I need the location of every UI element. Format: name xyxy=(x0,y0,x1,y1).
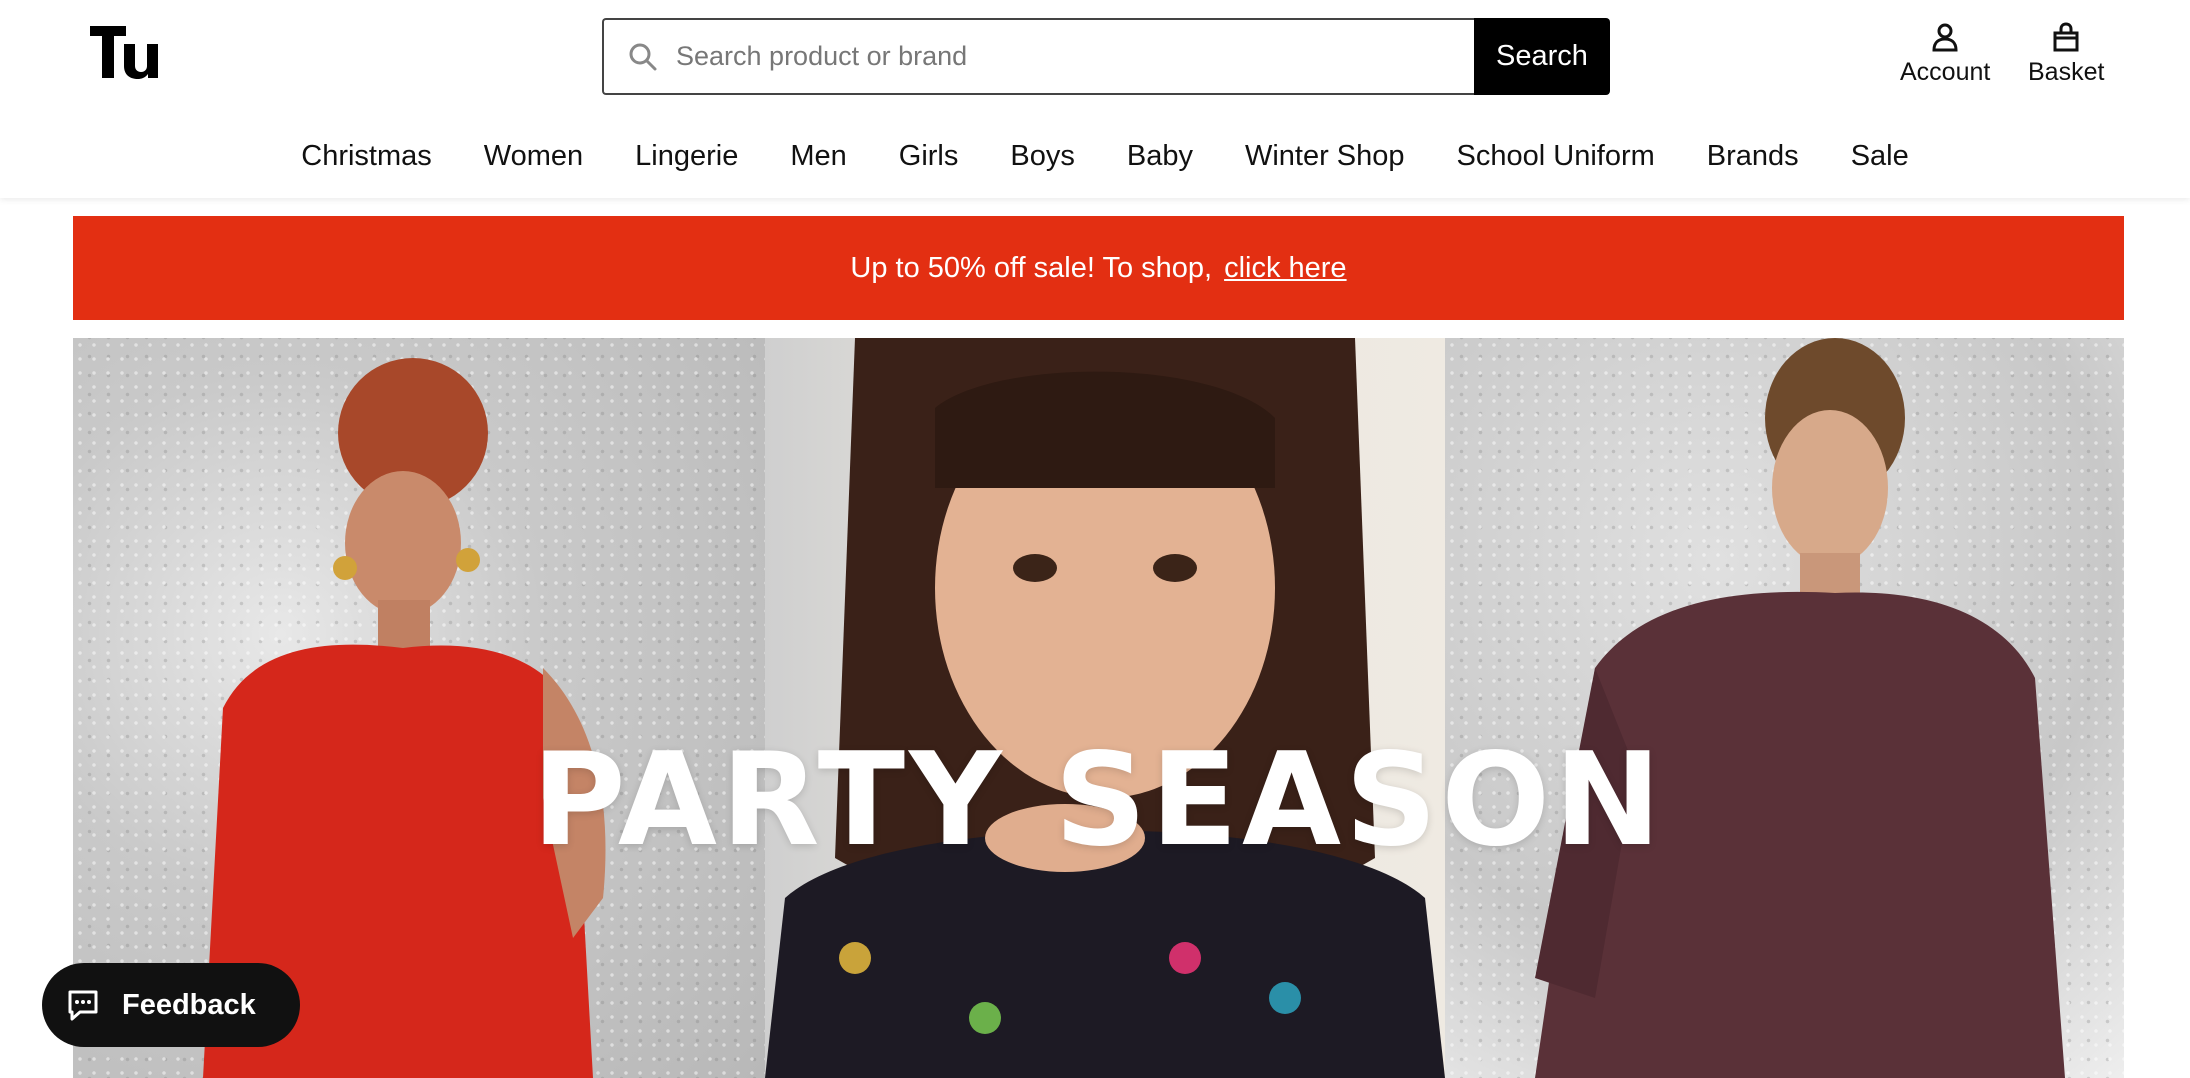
nav-item-boys[interactable]: Boys xyxy=(984,140,1100,184)
basket-label: Basket xyxy=(2028,58,2105,86)
search-bar: Search xyxy=(602,18,1610,95)
nav-item-women[interactable]: Women xyxy=(458,140,609,184)
nav-item-winter-shop[interactable]: Winter Shop xyxy=(1219,140,1431,184)
account-icon xyxy=(1932,23,1958,52)
nav-item-baby[interactable]: Baby xyxy=(1101,140,1219,184)
hero-title: PARTY SEASON xyxy=(531,726,1666,875)
main-nav: Christmas Women Lingerie Men Girls Boys … xyxy=(0,140,2190,184)
account-button[interactable]: Account xyxy=(1900,22,1990,87)
nav-item-christmas[interactable]: Christmas xyxy=(275,140,458,184)
feedback-button[interactable]: Feedback xyxy=(42,963,300,1047)
hero-image-man xyxy=(1445,338,2124,1078)
search-input[interactable] xyxy=(676,41,1474,72)
promo-link[interactable]: click here xyxy=(1224,252,1347,285)
search-icon xyxy=(629,43,657,70)
site-header: Search Account Basket Christmas Women Li… xyxy=(0,0,2190,198)
nav-item-school-uniform[interactable]: School Uniform xyxy=(1431,140,1681,184)
basket-button[interactable]: Basket xyxy=(2028,22,2104,87)
feedback-label: Feedback xyxy=(122,988,256,1021)
basket-icon xyxy=(2053,22,2079,52)
search-button[interactable]: Search xyxy=(1474,18,1610,95)
hero-banner[interactable]: PARTY SEASON xyxy=(73,338,2124,1078)
chat-icon xyxy=(68,990,98,1021)
nav-item-men[interactable]: Men xyxy=(764,140,872,184)
hero-image-girl xyxy=(765,338,1445,1078)
account-label: Account xyxy=(1900,58,1991,86)
nav-item-girls[interactable]: Girls xyxy=(873,140,985,184)
search-field[interactable] xyxy=(602,18,1474,95)
tu-logo[interactable] xyxy=(88,22,158,80)
promo-banner: Up to 50% off sale! To shop, click here xyxy=(73,216,2124,320)
promo-text: Up to 50% off sale! To shop, xyxy=(850,251,1213,284)
nav-item-brands[interactable]: Brands xyxy=(1681,140,1825,184)
nav-item-sale[interactable]: Sale xyxy=(1825,140,1935,184)
nav-item-lingerie[interactable]: Lingerie xyxy=(609,140,764,184)
